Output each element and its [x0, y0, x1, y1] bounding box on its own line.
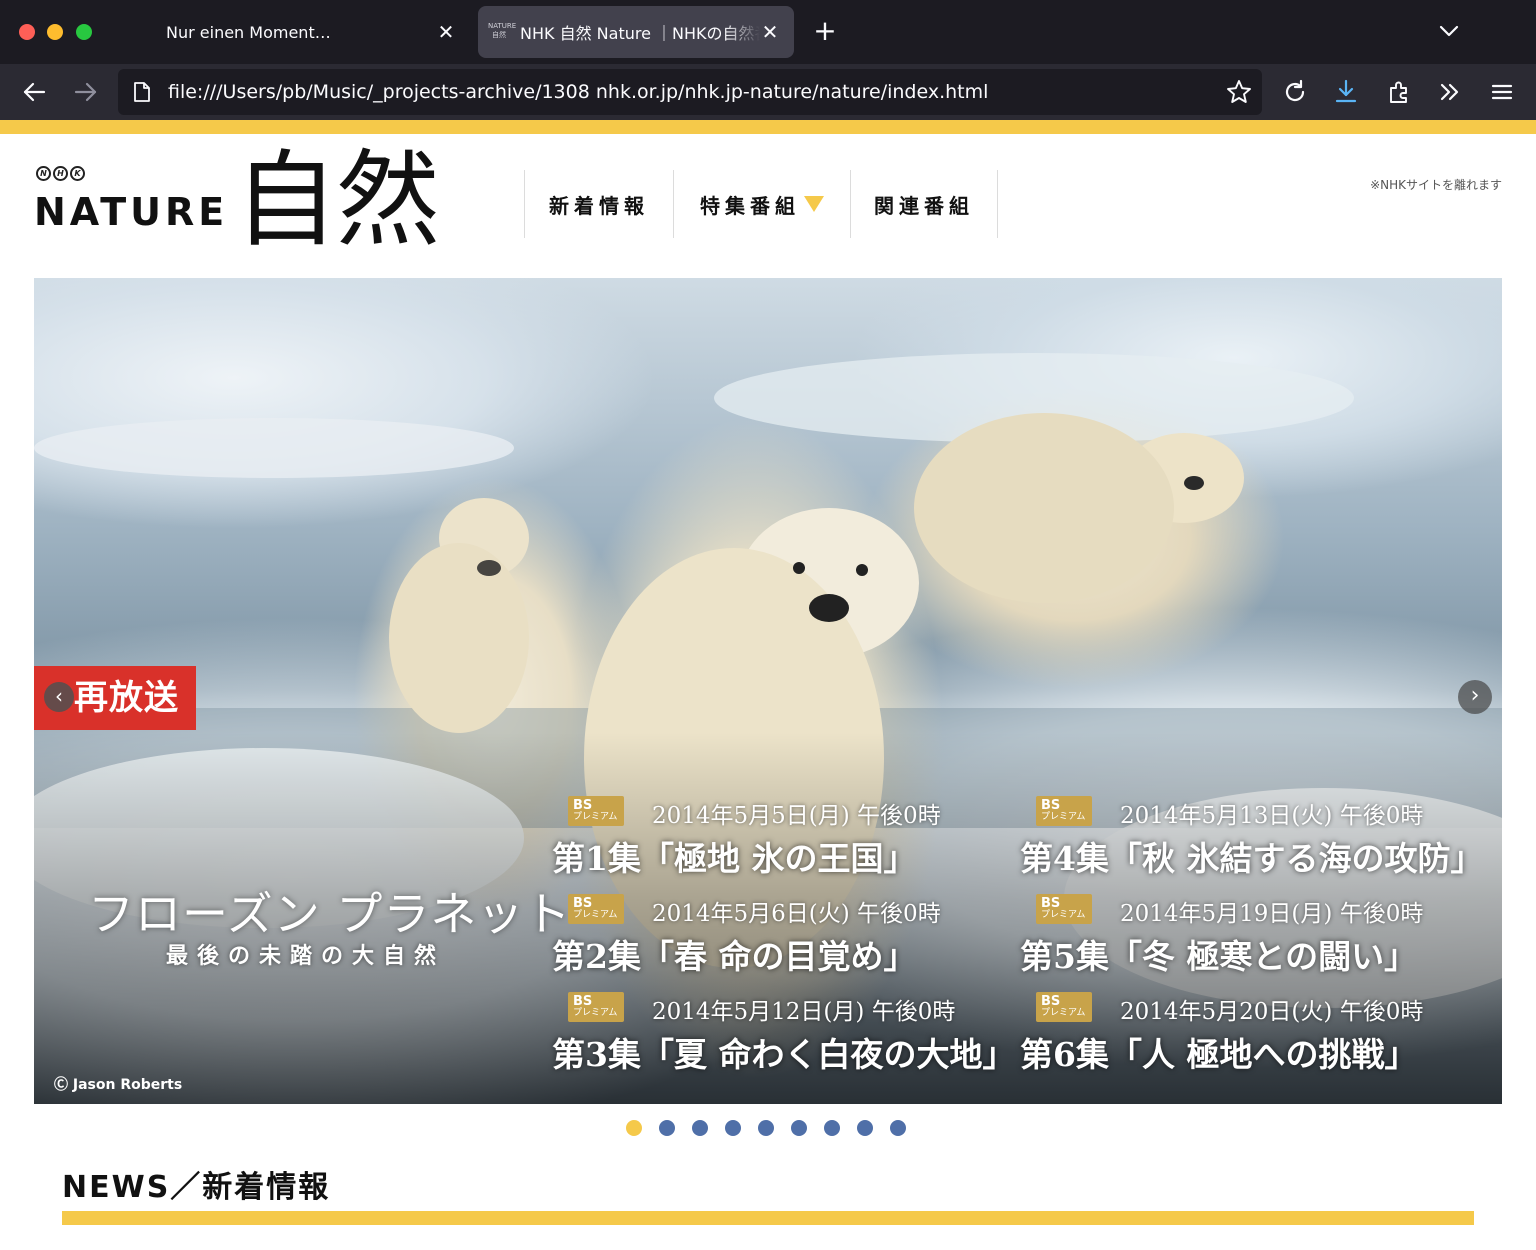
slider-dot[interactable] [857, 1120, 873, 1136]
bs-premium-logo: BS プレミアム [568, 796, 624, 826]
hero-slider[interactable]: 再放送 ‹ › フローズン プラネット 最後の未踏の大自然 BS プレミアム 20… [34, 278, 1502, 1104]
episode-title: 第6集「人 極地への挑戦」 [1020, 1035, 1418, 1074]
forward-icon[interactable] [72, 78, 100, 106]
bs-premium-logo: BS プレミアム [568, 894, 624, 924]
episode-title: 第2集「春 命の目覚め」 [552, 937, 917, 976]
episode-item: BS プレミアム 2014年5月12日(月) 午後0時 第3集「夏 命わく白夜の大… [552, 982, 1016, 1078]
nhk-logo-letter: K [70, 166, 85, 181]
bs-logo-top: BS [1041, 896, 1061, 911]
episode-date: 2014年5月20日(火) 午後0時 [1120, 999, 1424, 1025]
global-nav: 新着情報 特集番組 関連番組 [524, 170, 998, 238]
overflow-icon[interactable] [1436, 78, 1464, 106]
bs-logo-top: BS [1041, 798, 1061, 813]
bs-logo-bottom: プレミアム [1041, 1008, 1086, 1018]
bs-logo-top: BS [573, 994, 593, 1009]
nav-item-related[interactable]: 関連番組 [850, 170, 998, 238]
slider-dot[interactable] [659, 1120, 675, 1136]
dropdown-triangle-icon [804, 196, 824, 212]
episode-item: BS プレミアム 2014年5月6日(火) 午後0時 第2集「春 命の目覚め」 [552, 884, 1012, 980]
close-icon[interactable]: ✕ [436, 22, 456, 42]
bs-premium-logo: BS プレミアム [1036, 992, 1092, 1022]
bs-premium-logo: BS プレミアム [1036, 796, 1092, 826]
browser-navbar: file:///Users/pb/Music/_projects-archive… [0, 64, 1536, 120]
nav-item-label: 特集番組 [700, 193, 800, 218]
episode-date: 2014年5月6日(火) 午後0時 [652, 901, 941, 927]
nhk-logo-letter: H [53, 166, 68, 181]
slider-dot[interactable] [692, 1120, 708, 1136]
slider-dot[interactable] [758, 1120, 774, 1136]
episode-item: BS プレミアム 2014年5月13日(火) 午後0時 第4集「秋 氷結する海の攻… [1020, 786, 1484, 882]
site-favicon-icon: NATURE 自然 [488, 22, 517, 39]
nav-item-news[interactable]: 新着情報 [524, 170, 673, 238]
bs-logo-bottom: プレミアム [1041, 812, 1086, 822]
episode-date: 2014年5月13日(火) 午後0時 [1120, 803, 1424, 829]
menu-icon[interactable] [1488, 78, 1516, 106]
nav-item-special[interactable]: 特集番組 [673, 170, 850, 238]
extensions-icon[interactable] [1385, 78, 1413, 106]
slider-prev-button[interactable]: ‹ [44, 682, 74, 712]
external-site-note: ※NHKサイトを離れます [1370, 178, 1502, 192]
bs-logo-bottom: プレミアム [1041, 910, 1086, 920]
photo-credit: Ⓒ Jason Roberts [54, 1077, 183, 1093]
episode-title: 第1集「極地 氷の王国」 [552, 839, 917, 878]
slider-dot[interactable] [824, 1120, 840, 1136]
series-subtitle: 最後の未踏の大自然 [166, 944, 446, 969]
download-icon[interactable] [1332, 78, 1360, 106]
tab-title: Nur einen Moment… [166, 22, 331, 42]
episode-item: BS プレミアム 2014年5月5日(月) 午後0時 第1集「極地 氷の王国」 [552, 786, 1012, 882]
reload-icon[interactable] [1281, 78, 1309, 106]
shizen-logo-text[interactable]: 自然 [234, 140, 440, 260]
tab-title: NHK 自然 Nature ｜NHKの自然番組 [520, 24, 760, 43]
episode-title: 第4集「秋 氷結する海の攻防」 [1020, 839, 1484, 878]
tab-active[interactable]: NATURE 自然 NHK 自然 Nature ｜NHKの自然番組 ✕ [478, 6, 794, 58]
hero-shade-overlay [34, 278, 1502, 1104]
news-heading: NEWS／新着情報 [62, 1170, 331, 1205]
nature-logo-text[interactable]: NATURE [34, 190, 228, 234]
tab-list-icon[interactable] [1436, 20, 1462, 42]
slider-dot[interactable] [725, 1120, 741, 1136]
bs-logo-top: BS [573, 896, 593, 911]
page-icon [134, 82, 150, 102]
nhk-logo[interactable]: N H K [36, 166, 85, 181]
nav-item-label: 新着情報 [549, 193, 649, 218]
nav-item-label: 関連番組 [874, 193, 974, 218]
bookmark-star-icon[interactable] [1225, 78, 1253, 106]
bs-logo-top: BS [1041, 994, 1061, 1009]
slider-dot[interactable] [791, 1120, 807, 1136]
site-top-accent-bar [0, 120, 1536, 134]
url-text: file:///Users/pb/Music/_projects-archive… [168, 81, 989, 103]
browser-titlebar: Nur einen Moment… ✕ NATURE 自然 NHK 自然 Nat… [0, 0, 1536, 64]
maximize-window-button[interactable] [76, 24, 92, 40]
bs-logo-top: BS [573, 798, 593, 813]
page-content: N H K NATURE 自然 新着情報 特集番組 関連番組 ※NHKサイトを離… [0, 134, 1536, 1250]
bs-logo-bottom: プレミアム [573, 1008, 618, 1018]
new-tab-icon[interactable]: + [812, 17, 838, 45]
episode-date: 2014年5月12日(月) 午後0時 [652, 999, 956, 1025]
slider-next-button[interactable]: › [1458, 680, 1492, 714]
bs-premium-logo: BS プレミアム [568, 992, 624, 1022]
url-bar[interactable]: file:///Users/pb/Music/_projects-archive… [118, 69, 1262, 115]
slider-dot[interactable] [890, 1120, 906, 1136]
news-underline-bar [62, 1211, 1474, 1225]
tab-inactive[interactable]: Nur einen Moment… ✕ [150, 6, 470, 58]
episode-item: BS プレミアム 2014年5月20日(火) 午後0時 第6集「人 極地への挑戦」 [1020, 982, 1480, 1078]
episode-title: 第3集「夏 命わく白夜の大地」 [552, 1035, 1016, 1074]
bs-premium-logo: BS プレミアム [1036, 894, 1092, 924]
episode-title: 第5集「冬 極寒との闘い」 [1020, 937, 1418, 976]
nhk-logo-letter: N [36, 166, 51, 181]
slider-dot[interactable] [626, 1120, 642, 1136]
bs-logo-bottom: プレミアム [573, 910, 618, 920]
episode-item: BS プレミアム 2014年5月19日(月) 午後0時 第5集「冬 極寒との闘い」 [1020, 884, 1480, 980]
close-icon[interactable]: ✕ [760, 22, 780, 42]
close-window-button[interactable] [19, 24, 35, 40]
minimize-window-button[interactable] [47, 24, 63, 40]
episode-date: 2014年5月19日(月) 午後0時 [1120, 901, 1424, 927]
slider-pagination [626, 1120, 906, 1136]
series-title: フローズン プラネット [88, 887, 572, 941]
episode-date: 2014年5月5日(月) 午後0時 [652, 803, 941, 829]
bs-logo-bottom: プレミアム [573, 812, 618, 822]
back-icon[interactable] [20, 78, 48, 106]
